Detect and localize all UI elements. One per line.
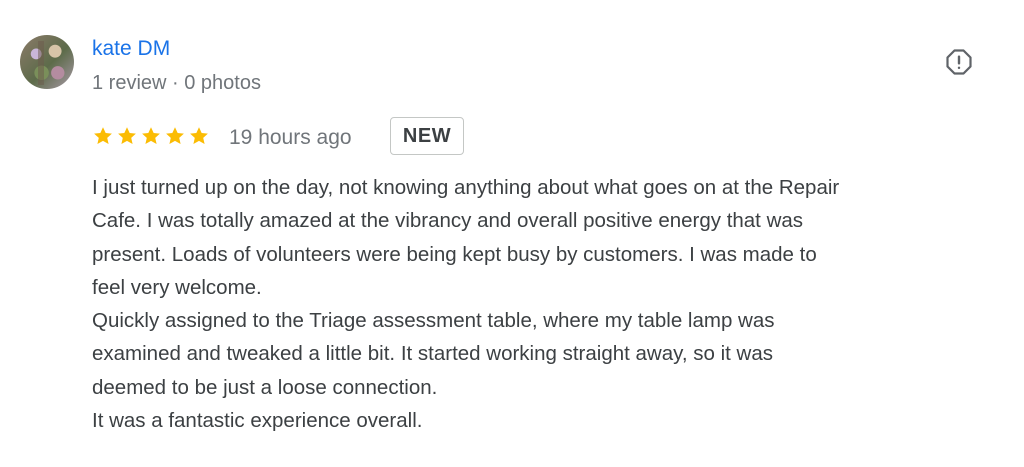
review-text-line: It was a fantastic experience overall.: [92, 409, 423, 433]
review-text-line: deemed to be just a loose connection.: [92, 375, 438, 399]
star-icon: [142, 127, 160, 144]
star-icon: [190, 127, 208, 144]
report-flag-icon[interactable]: [945, 48, 973, 76]
review-text-line: examined and tweaked a little bit. It st…: [92, 342, 774, 366]
review-card: kate DM 1 review · 0 photos 19 hours ago…: [0, 0, 1024, 467]
review-time: 19 hours ago: [229, 126, 352, 149]
review-text-line: Quickly assigned to the Triage assessmen…: [92, 309, 775, 333]
star-icon: [94, 127, 112, 144]
review-text: I just turned up on the day, not knowing…: [92, 171, 992, 437]
review-text-line: feel very welcome.: [92, 275, 262, 299]
review-text-line: present. Loads of volunteers were being …: [92, 242, 817, 266]
author-name[interactable]: kate DM: [92, 36, 170, 62]
star-icon: [166, 127, 184, 144]
star-rating: [92, 122, 212, 150]
new-badge: NEW: [390, 117, 464, 155]
review-text-line: I just turned up on the day, not knowing…: [92, 176, 840, 199]
author-meta: 1 review · 0 photos: [92, 72, 261, 94]
review-text-line: Cafe. I was totally amazed at the vibran…: [92, 209, 804, 233]
avatar[interactable]: [20, 35, 74, 89]
star-icon: [118, 127, 136, 144]
